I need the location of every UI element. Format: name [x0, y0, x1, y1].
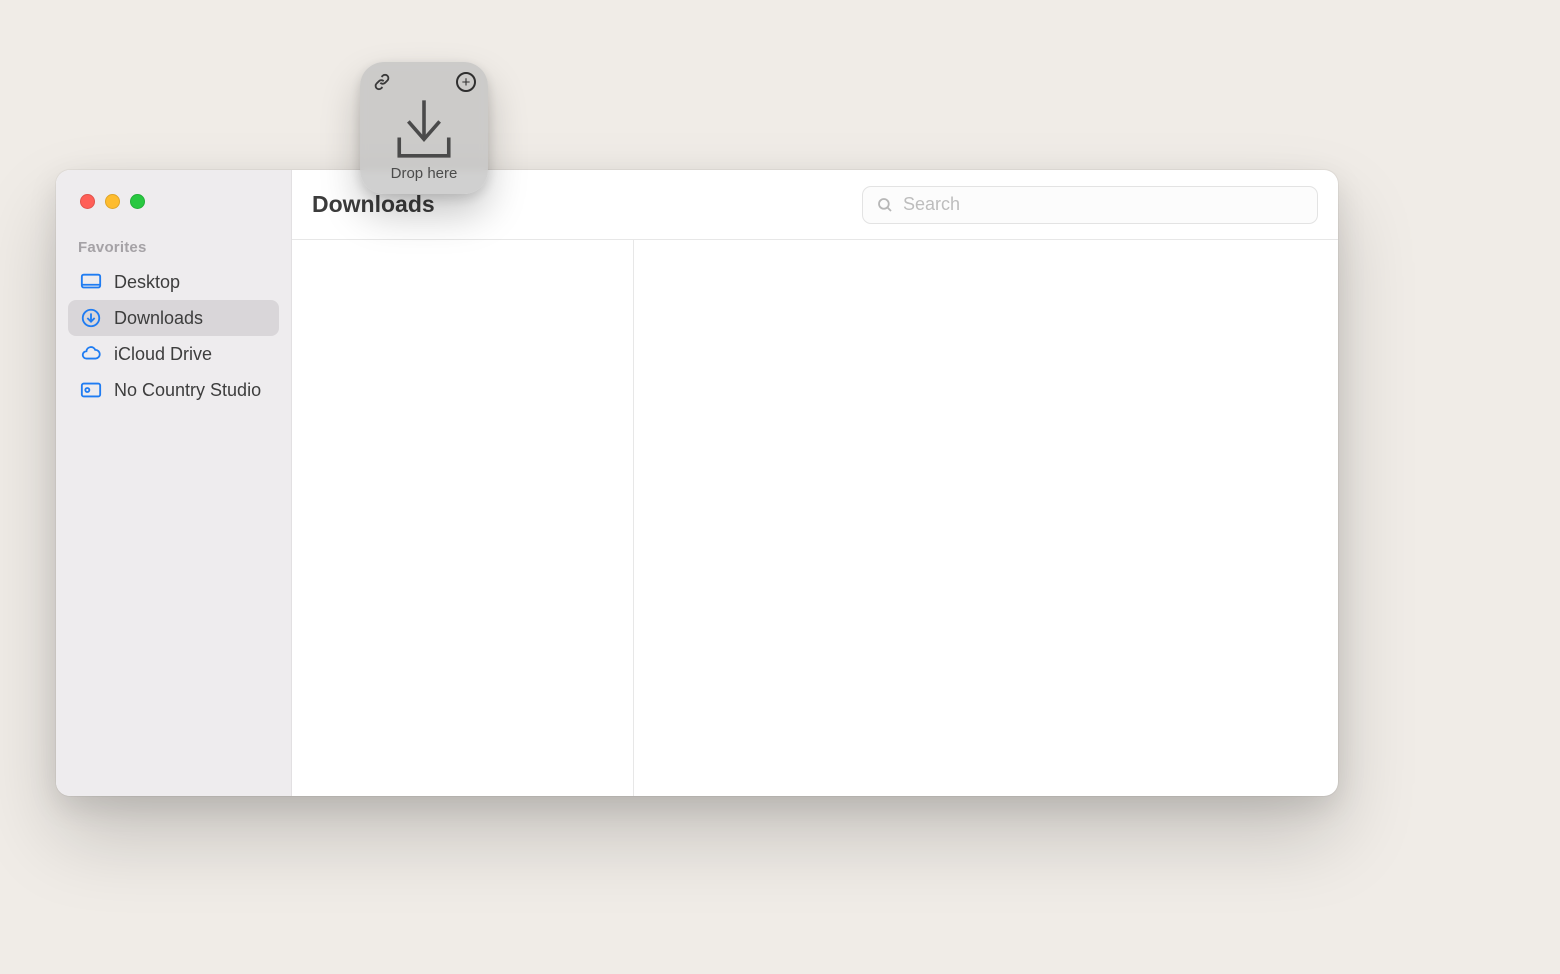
close-window-button[interactable] — [80, 194, 95, 209]
sidebar-item-desktop[interactable]: Desktop — [68, 264, 279, 300]
sidebar-item-label: Downloads — [114, 308, 203, 329]
sidebar-items: Desktop Downloads iClo — [56, 264, 291, 408]
folder-icon — [80, 379, 102, 401]
search-field[interactable] — [862, 186, 1318, 224]
dropzone-widget[interactable]: + Drop here — [360, 62, 488, 194]
sidebar-item-icloud-drive[interactable]: iCloud Drive — [68, 336, 279, 372]
plus-icon[interactable]: + — [456, 72, 476, 92]
column-1[interactable] — [292, 240, 634, 796]
dropzone-label: Drop here — [391, 165, 458, 194]
dropzone-toolbar: + — [360, 62, 488, 97]
search-input[interactable] — [862, 186, 1318, 224]
sidebar-item-downloads[interactable]: Downloads — [68, 300, 279, 336]
sidebar-item-no-country-studio[interactable]: No Country Studio — [68, 372, 279, 408]
sidebar-item-label: iCloud Drive — [114, 344, 212, 365]
page-title: Downloads — [312, 191, 435, 218]
zoom-window-button[interactable] — [130, 194, 145, 209]
search-icon — [876, 196, 894, 214]
finder-window: Favorites Desktop — [56, 170, 1338, 796]
sidebar-item-label: Desktop — [114, 272, 180, 293]
downloads-icon — [80, 307, 102, 329]
cloud-icon — [80, 343, 102, 365]
link-icon[interactable] — [372, 72, 392, 97]
download-arrow-icon — [360, 97, 488, 165]
sidebar-section-title: Favorites — [56, 239, 291, 264]
window-controls — [56, 194, 291, 209]
minimize-window-button[interactable] — [105, 194, 120, 209]
sidebar: Favorites Desktop — [56, 170, 292, 796]
content-columns — [292, 240, 1338, 796]
column-2[interactable] — [634, 240, 1338, 796]
main-pane: Downloads — [292, 170, 1338, 796]
sidebar-item-label: No Country Studio — [114, 380, 261, 401]
desktop-icon — [80, 271, 102, 293]
